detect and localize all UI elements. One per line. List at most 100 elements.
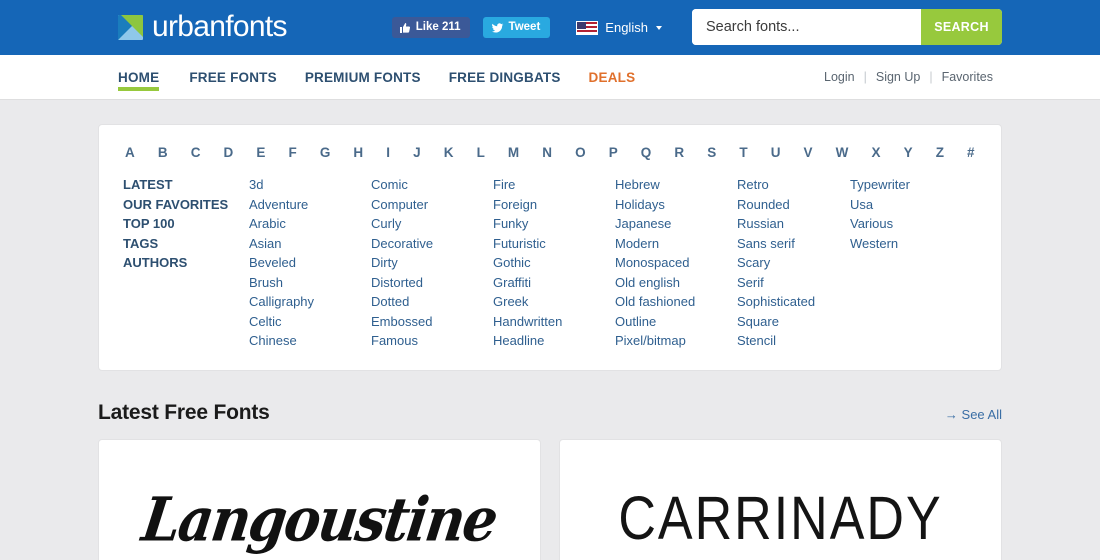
category-link-famous[interactable]: Famous xyxy=(371,334,493,348)
category-link-arabic[interactable]: Arabic xyxy=(249,217,371,231)
search-bar[interactable]: SEARCH xyxy=(692,9,1002,45)
nav-item-premium-fonts[interactable]: PREMIUM FONTS xyxy=(291,55,435,99)
category-link-hebrew[interactable]: Hebrew xyxy=(615,178,737,192)
category-link-western[interactable]: Western xyxy=(850,236,950,251)
category-link-calligraphy[interactable]: Calligraphy xyxy=(249,295,371,309)
alphabet-link-v[interactable]: V xyxy=(804,145,813,160)
category-link-serif[interactable]: Serif xyxy=(737,275,850,290)
category-link-fire[interactable]: Fire xyxy=(493,178,615,192)
alphabet-link-q[interactable]: Q xyxy=(641,145,652,160)
page-content: A B C D E F G H I J K L M N O P Q R S T U V W X Y Z # LATEST OUR FA… xyxy=(0,124,1100,560)
category-link-usa[interactable]: Usa xyxy=(850,197,950,212)
search-input[interactable] xyxy=(692,9,921,45)
category-link-top-100[interactable]: TOP 100 xyxy=(123,217,249,231)
alphabet-link-s[interactable]: S xyxy=(707,145,716,160)
alphabet-link-o[interactable]: O xyxy=(575,145,586,160)
category-link-gothic[interactable]: Gothic xyxy=(493,256,615,270)
tweet-button[interactable]: Tweet xyxy=(482,17,551,38)
facebook-like-button[interactable]: Like 211 xyxy=(391,17,470,38)
alphabet-link-f[interactable]: F xyxy=(288,145,296,160)
category-link-celtic[interactable]: Celtic xyxy=(249,314,371,329)
alphabet-link-m[interactable]: M xyxy=(508,145,519,160)
category-link-various[interactable]: Various xyxy=(850,217,950,231)
alphabet-link-c[interactable]: C xyxy=(191,145,201,160)
category-link-comic[interactable]: Comic xyxy=(371,178,493,192)
category-link-funky[interactable]: Funky xyxy=(493,217,615,231)
category-link-curly[interactable]: Curly xyxy=(371,217,493,231)
category-link-russian[interactable]: Russian xyxy=(737,217,850,231)
alphabet-link-j[interactable]: J xyxy=(413,145,421,160)
category-link-adventure[interactable]: Adventure xyxy=(249,197,371,212)
category-link-outline[interactable]: Outline xyxy=(615,314,737,329)
see-all-link[interactable]: → See All xyxy=(945,407,1002,422)
alphabet-link-b[interactable]: B xyxy=(158,145,168,160)
category-link-decorative[interactable]: Decorative xyxy=(371,236,493,251)
alphabet-link-t[interactable]: T xyxy=(739,145,747,160)
category-link-retro[interactable]: Retro xyxy=(737,178,850,192)
category-link-old-english[interactable]: Old english xyxy=(615,275,737,290)
category-link-monospaced[interactable]: Monospaced xyxy=(615,256,737,270)
category-link-futuristic[interactable]: Futuristic xyxy=(493,236,615,251)
category-link-computer[interactable]: Computer xyxy=(371,197,493,212)
alphabet-link-e[interactable]: E xyxy=(256,145,265,160)
category-link-beveled[interactable]: Beveled xyxy=(249,256,371,270)
alphabet-link-w[interactable]: W xyxy=(836,145,849,160)
category-link-scary[interactable]: Scary xyxy=(737,256,850,270)
category-link-foreign[interactable]: Foreign xyxy=(493,197,615,212)
language-selector[interactable]: English xyxy=(576,20,662,35)
alphabet-link-x[interactable]: X xyxy=(871,145,880,160)
category-link-handwritten[interactable]: Handwritten xyxy=(493,314,615,329)
search-button[interactable]: SEARCH xyxy=(921,9,1002,45)
alphabet-link-z[interactable]: Z xyxy=(936,145,944,160)
category-link-brush[interactable]: Brush xyxy=(249,275,371,290)
login-link[interactable]: Login xyxy=(815,70,864,84)
alphabet-link-d[interactable]: D xyxy=(224,145,234,160)
alphabet-link-y[interactable]: Y xyxy=(904,145,913,160)
font-card[interactable]: Langoustine xyxy=(98,439,541,560)
category-link-old-fashioned[interactable]: Old fashioned xyxy=(615,295,737,309)
category-link-modern[interactable]: Modern xyxy=(615,236,737,251)
category-link-3d[interactable]: 3d xyxy=(249,178,371,192)
nav-item-deals[interactable]: DEALS xyxy=(575,55,650,99)
category-link-stencil[interactable]: Stencil xyxy=(737,334,850,348)
category-link-greek[interactable]: Greek xyxy=(493,295,615,309)
category-link-dirty[interactable]: Dirty xyxy=(371,256,493,270)
category-link-dotted[interactable]: Dotted xyxy=(371,295,493,309)
category-link-authors[interactable]: AUTHORS xyxy=(123,256,249,270)
category-link-our-favorites[interactable]: OUR FAVORITES xyxy=(123,197,249,212)
category-link-distorted[interactable]: Distorted xyxy=(371,275,493,290)
site-logo[interactable]: urbanfonts xyxy=(118,11,287,44)
category-link-headline[interactable]: Headline xyxy=(493,334,615,348)
category-link-graffiti[interactable]: Graffiti xyxy=(493,275,615,290)
alphabet-link-h[interactable]: H xyxy=(353,145,363,160)
signup-link[interactable]: Sign Up xyxy=(867,70,929,84)
alphabet-link-hash[interactable]: # xyxy=(967,145,975,160)
nav-item-free-fonts[interactable]: FREE FONTS xyxy=(175,55,291,99)
category-link-sans-serif[interactable]: Sans serif xyxy=(737,236,850,251)
alphabet-link-l[interactable]: L xyxy=(477,145,485,160)
category-link-chinese[interactable]: Chinese xyxy=(249,334,371,348)
alphabet-link-g[interactable]: G xyxy=(320,145,331,160)
category-link-japanese[interactable]: Japanese xyxy=(615,217,737,231)
nav-item-home[interactable]: HOME xyxy=(118,55,175,99)
alphabet-link-n[interactable]: N xyxy=(542,145,552,160)
category-link-pixel-bitmap[interactable]: Pixel/bitmap xyxy=(615,334,737,348)
nav-item-free-dingbats[interactable]: FREE DINGBATS xyxy=(435,55,575,99)
category-link-sophisticated[interactable]: Sophisticated xyxy=(737,295,850,309)
category-link-holidays[interactable]: Holidays xyxy=(615,197,737,212)
alphabet-link-i[interactable]: I xyxy=(386,145,390,160)
category-link-rounded[interactable]: Rounded xyxy=(737,197,850,212)
alphabet-link-a[interactable]: A xyxy=(125,145,135,160)
category-link-embossed[interactable]: Embossed xyxy=(371,314,493,329)
alphabet-link-k[interactable]: K xyxy=(444,145,454,160)
font-card[interactable]: CARRINADY xyxy=(559,439,1002,560)
category-link-square[interactable]: Square xyxy=(737,314,850,329)
alphabet-link-p[interactable]: P xyxy=(609,145,618,160)
category-link-tags[interactable]: TAGS xyxy=(123,236,249,251)
alphabet-link-r[interactable]: R xyxy=(674,145,684,160)
category-link-asian[interactable]: Asian xyxy=(249,236,371,251)
category-link-latest[interactable]: LATEST xyxy=(123,178,249,192)
category-link-typewriter[interactable]: Typewriter xyxy=(850,178,950,192)
alphabet-link-u[interactable]: U xyxy=(771,145,781,160)
favorites-link[interactable]: Favorites xyxy=(933,70,1002,84)
